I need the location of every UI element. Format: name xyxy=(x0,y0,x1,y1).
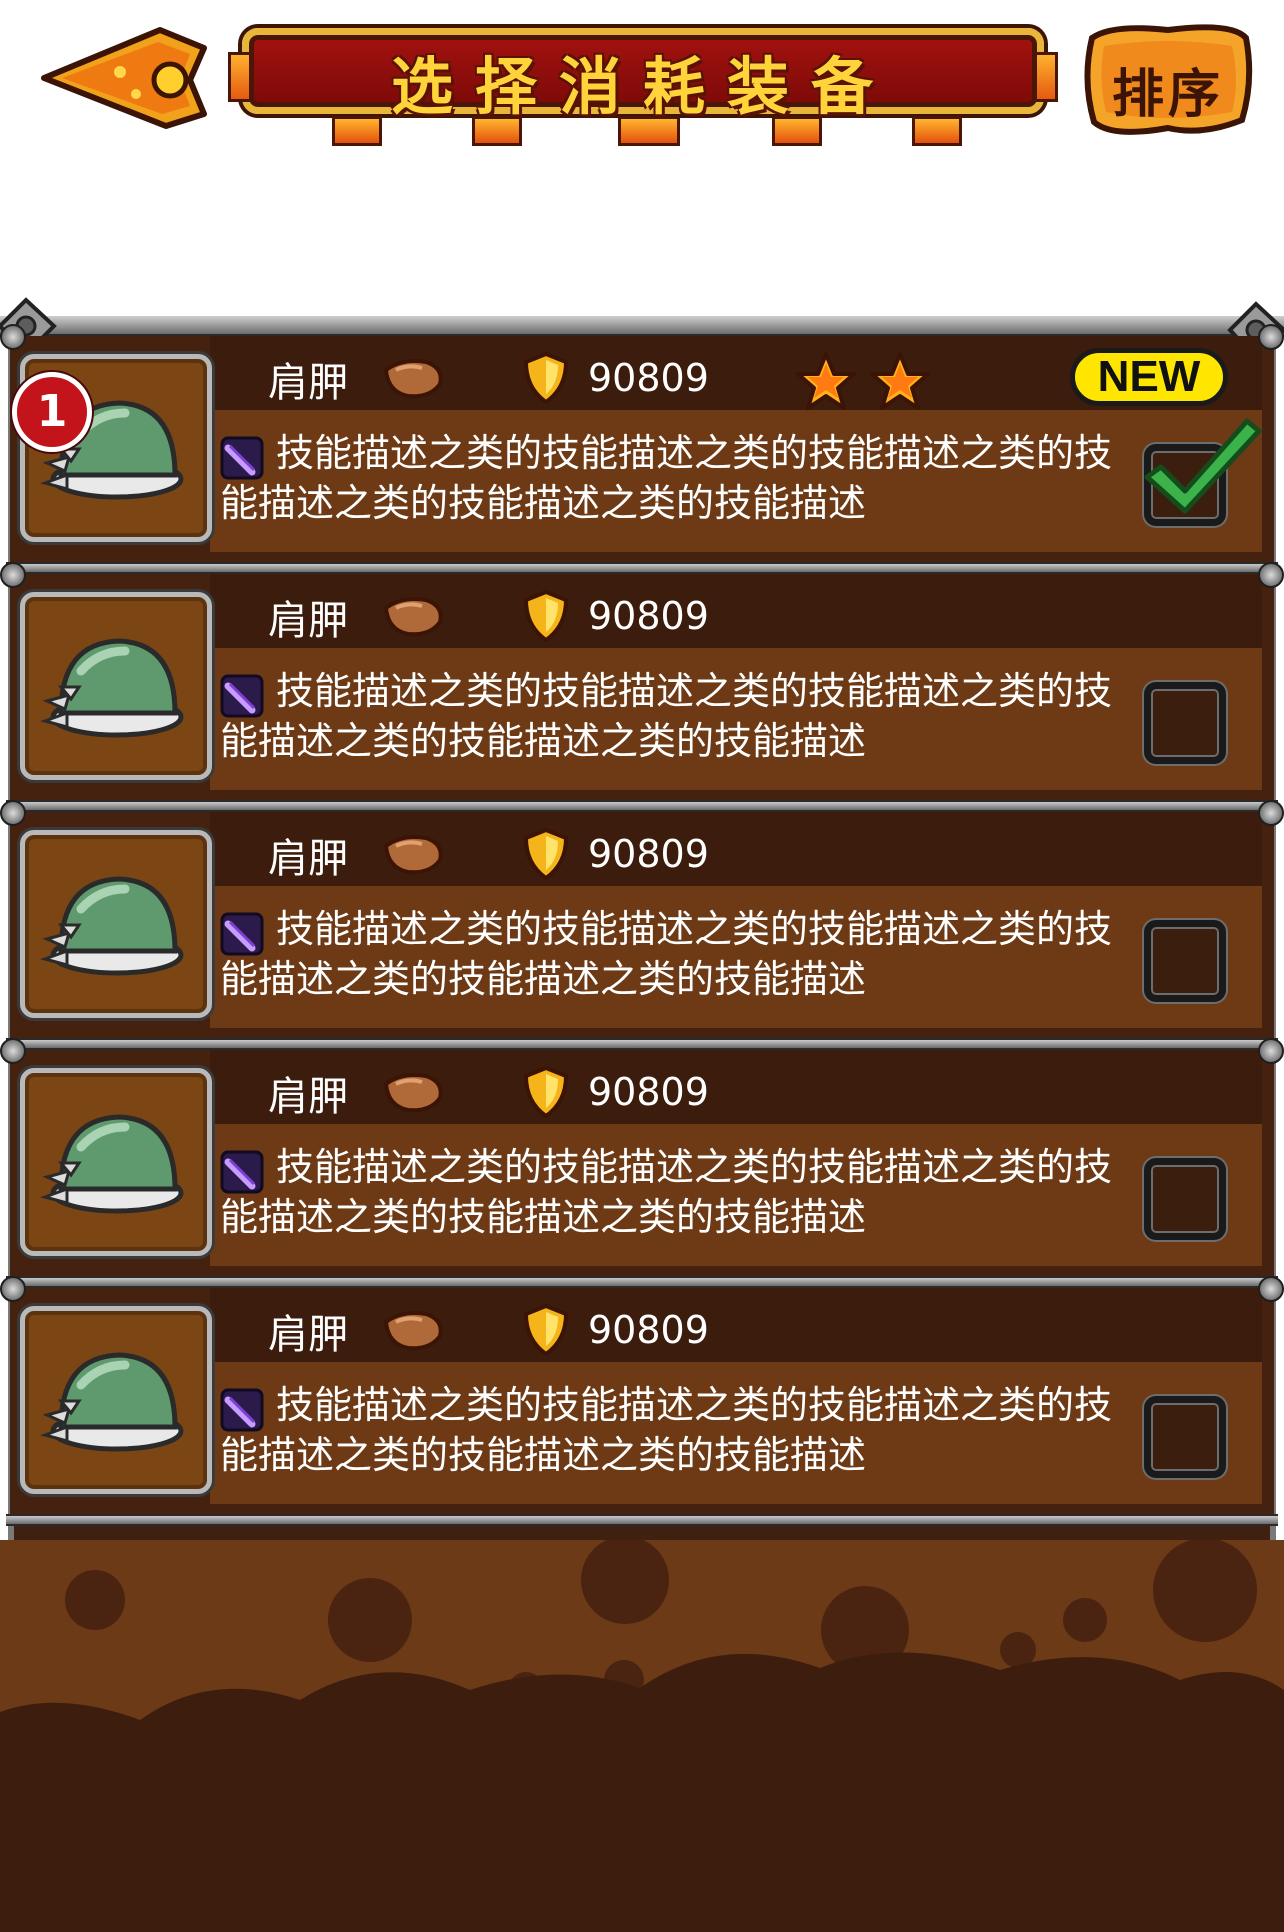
shoulder-armor-icon xyxy=(383,835,443,875)
new-badge: NEW xyxy=(1070,348,1228,406)
row-divider xyxy=(6,800,1278,812)
shoulder-armor-icon xyxy=(383,1311,443,1351)
select-checkbox[interactable] xyxy=(1144,920,1226,1002)
select-checkbox[interactable] xyxy=(1144,1396,1226,1478)
shield-icon xyxy=(523,827,569,881)
equipment-row[interactable]: 肩胛 90809 技能描述之类的技能描述之类的技能描述之类的技能描述之类的技能描… xyxy=(0,800,1284,1048)
helmet-icon xyxy=(40,876,184,976)
item-value: 90809 xyxy=(588,1070,709,1114)
item-slot[interactable] xyxy=(20,592,212,780)
shield-icon xyxy=(523,589,569,643)
page-title: 选择消耗装备 xyxy=(390,50,895,123)
item-description: 技能描述之类的技能描述之类的技能描述之类的技能描述之类的技能描述之类的技能描述 xyxy=(220,669,1113,763)
equipment-row[interactable]: 肩胛 90809 技能描述之类的技能描述之类的技能描述之类的技能描述之类的技能描… xyxy=(0,562,1284,810)
sort-button[interactable]: 排序 xyxy=(1082,20,1254,138)
check-mark-icon xyxy=(1144,418,1262,514)
star-rating xyxy=(868,350,932,414)
item-description: 技能描述之类的技能描述之类的技能描述之类的技能描述之类的技能描述之类的技能描述 xyxy=(220,907,1113,1001)
select-checkbox[interactable] xyxy=(1144,682,1226,764)
row-divider xyxy=(6,1276,1278,1288)
item-slot[interactable] xyxy=(20,830,212,1018)
equipment-row[interactable]: 肩胛 90809 技能描述之类的技能描述之类的技能描述之类的技能描述之类的技能描… xyxy=(0,324,1284,572)
arrow-left-icon xyxy=(41,27,207,129)
select-checkbox[interactable] xyxy=(1144,418,1262,526)
back-button[interactable] xyxy=(40,22,210,130)
shoulder-armor-icon xyxy=(383,597,443,637)
item-value: 90809 xyxy=(588,1308,709,1352)
item-value: 90809 xyxy=(588,832,709,876)
sort-label: 排序 xyxy=(1111,64,1224,125)
helmet-icon xyxy=(40,638,184,738)
item-value: 90809 xyxy=(588,356,709,400)
equipment-row[interactable]: 肩胛 90809 技能描述之类的技能描述之类的技能描述之类的技能描述之类的技能描… xyxy=(0,1038,1284,1286)
item-name: 肩胛 xyxy=(268,598,348,644)
count-badge: 1 xyxy=(12,372,92,452)
item-slot[interactable] xyxy=(20,1068,212,1256)
star-icon xyxy=(870,352,930,410)
row-divider xyxy=(6,562,1278,574)
shield-icon xyxy=(523,1303,569,1357)
star-icon xyxy=(796,352,856,410)
shield-icon xyxy=(523,1065,569,1119)
shoulder-armor-icon xyxy=(383,359,443,399)
helmet-icon xyxy=(40,1114,184,1214)
item-name: 肩胛 xyxy=(268,836,348,882)
shoulder-armor-icon xyxy=(383,1073,443,1113)
star-rating xyxy=(794,350,858,414)
mud-background xyxy=(0,1540,1284,1932)
item-description: 技能描述之类的技能描述之类的技能描述之类的技能描述之类的技能描述之类的技能描述 xyxy=(220,1383,1113,1477)
item-name: 肩胛 xyxy=(268,1074,348,1120)
item-slot[interactable] xyxy=(20,1306,212,1494)
row-divider xyxy=(6,1038,1278,1050)
title-banner: 选择消耗装备 xyxy=(228,18,1058,146)
item-value: 90809 xyxy=(588,594,709,638)
item-name: 肩胛 xyxy=(268,360,348,406)
shield-icon xyxy=(523,351,569,405)
item-name: 肩胛 xyxy=(268,1312,348,1358)
item-description: 技能描述之类的技能描述之类的技能描述之类的技能描述之类的技能描述之类的技能描述 xyxy=(220,1145,1113,1239)
item-description: 技能描述之类的技能描述之类的技能描述之类的技能描述之类的技能描述之类的技能描述 xyxy=(220,431,1113,525)
row-divider xyxy=(6,1514,1278,1526)
helmet-icon xyxy=(40,1352,184,1452)
select-checkbox[interactable] xyxy=(1144,1158,1226,1240)
equipment-row[interactable]: 肩胛 90809 技能描述之类的技能描述之类的技能描述之类的技能描述之类的技能描… xyxy=(0,1276,1284,1524)
